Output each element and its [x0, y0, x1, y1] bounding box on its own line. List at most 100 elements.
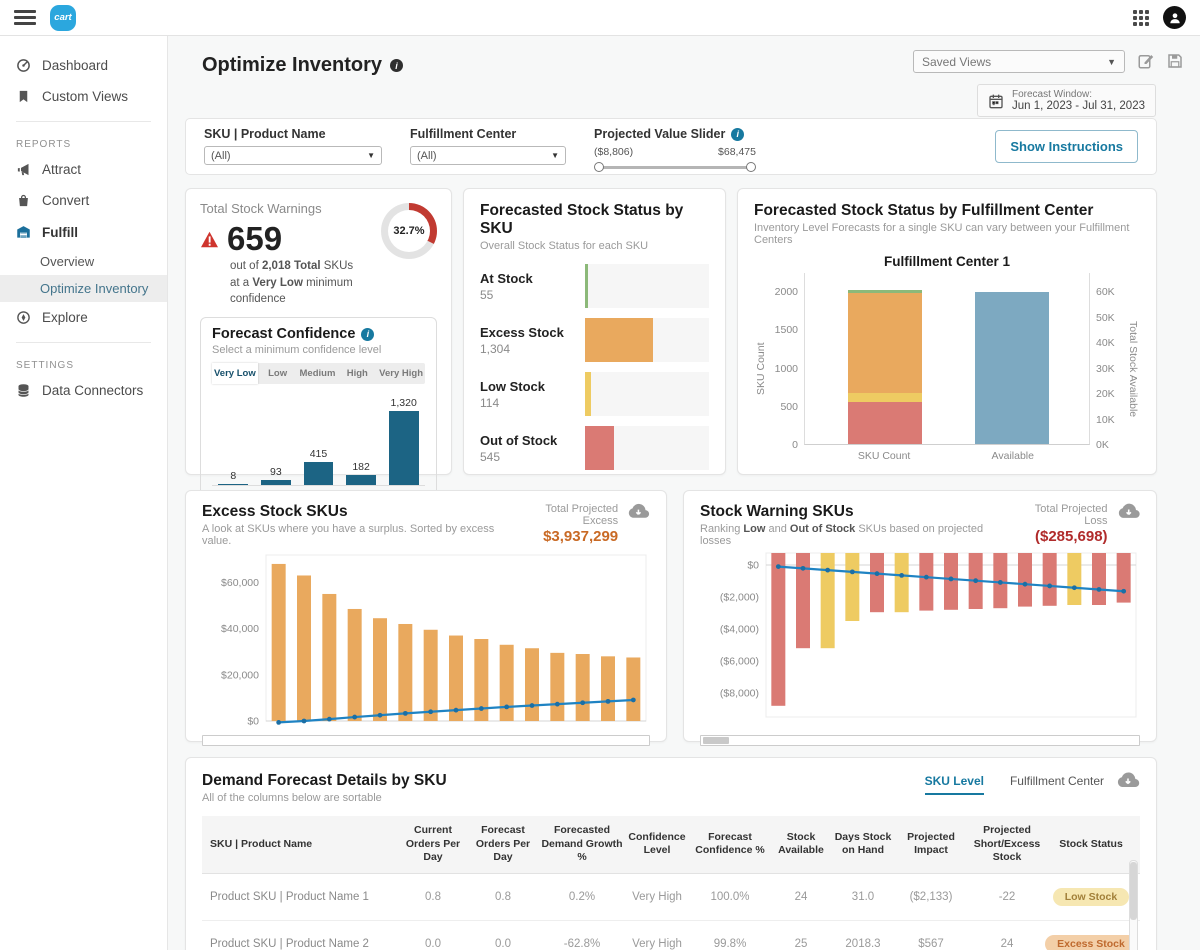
sidebar-item-overview[interactable]: Overview	[0, 248, 167, 275]
trend-point[interactable]	[402, 710, 408, 716]
sku-filter-select[interactable]: (All) ▼	[204, 146, 382, 165]
warning-chart-hscrollbar[interactable]	[700, 735, 1140, 746]
download-cloud-icon[interactable]	[1117, 503, 1140, 521]
trend-point[interactable]	[580, 700, 586, 706]
trend-point[interactable]	[453, 707, 459, 713]
trend-point[interactable]	[630, 697, 636, 703]
excess-chart-hscrollbar[interactable]	[202, 735, 650, 746]
trend-point[interactable]	[973, 578, 979, 584]
trend-point[interactable]	[825, 567, 831, 573]
trend-point[interactable]	[775, 564, 781, 569]
status-bar[interactable]	[585, 426, 614, 470]
status-bar[interactable]	[585, 372, 591, 416]
show-instructions-button[interactable]: Show Instructions	[995, 130, 1138, 163]
slider-handle-min[interactable]	[594, 162, 604, 172]
trend-point[interactable]	[605, 698, 611, 704]
bar-available[interactable]	[975, 292, 1050, 444]
chart-bar[interactable]	[870, 553, 884, 613]
chart-bar[interactable]	[499, 644, 514, 721]
column-header[interactable]: Confidence Level	[626, 816, 688, 873]
chart-bar[interactable]	[1042, 553, 1057, 606]
table-tab-fulfillment-center[interactable]: Fulfillment Center	[1010, 774, 1104, 795]
sidebar-item-data-connectors[interactable]: Data Connectors	[0, 375, 167, 406]
trend-point[interactable]	[1047, 583, 1053, 589]
trend-point[interactable]	[326, 716, 332, 722]
trend-point[interactable]	[352, 714, 358, 720]
sidebar-item-convert[interactable]: Convert	[0, 185, 167, 216]
save-view-icon[interactable]	[1166, 52, 1184, 70]
table-tab-sku-level[interactable]: SKU Level	[924, 774, 984, 795]
saved-views-select[interactable]: Saved Views ▼	[913, 50, 1125, 73]
stacked-bar-sku-count[interactable]	[847, 289, 922, 444]
column-header[interactable]: Forecast Orders Per Day	[468, 816, 538, 873]
trend-point[interactable]	[428, 709, 434, 715]
status-bar[interactable]	[585, 318, 654, 362]
trend-point[interactable]	[276, 719, 282, 725]
confidence-tab-high[interactable]: High	[337, 363, 377, 384]
trend-point[interactable]	[874, 571, 880, 577]
table-row[interactable]: Product SKU | Product Name 1 0.8 0.8 0.2% Ve…	[202, 874, 1140, 921]
chart-bar[interactable]	[398, 623, 413, 721]
chart-bar[interactable]	[373, 618, 387, 721]
confidence-tab-medium[interactable]: Medium	[298, 363, 338, 384]
chart-bar[interactable]	[525, 648, 539, 721]
chart-bar[interactable]	[271, 563, 286, 721]
download-cloud-icon[interactable]	[1116, 772, 1140, 790]
fc-filter-select[interactable]: (All) ▼	[410, 146, 566, 165]
column-header[interactable]: Projected Short/Excess Stock	[966, 816, 1048, 873]
projected-value-slider[interactable]	[594, 162, 756, 172]
page-info-icon[interactable]: i	[390, 59, 404, 72]
chart-bar[interactable]	[845, 553, 860, 621]
chart-bar[interactable]	[771, 553, 786, 706]
user-avatar[interactable]	[1163, 6, 1186, 29]
chart-bar[interactable]	[820, 553, 835, 649]
confidence-bar[interactable]	[303, 462, 334, 486]
table-row[interactable]: Product SKU | Product Name 2 0.0 0.0 -62.8%…	[202, 921, 1140, 950]
chart-bar[interactable]	[601, 656, 615, 721]
apps-grid-icon[interactable]	[1133, 9, 1149, 26]
chart-bar[interactable]	[1018, 553, 1032, 607]
trend-point[interactable]	[1121, 588, 1127, 594]
sidebar-item-explore[interactable]: Explore	[0, 302, 167, 333]
column-header[interactable]: SKU | Product Name	[202, 816, 398, 873]
trend-point[interactable]	[554, 701, 560, 707]
menu-icon[interactable]	[14, 7, 36, 29]
column-header[interactable]: Days Stock on Hand	[830, 816, 896, 873]
chart-bar[interactable]	[626, 657, 641, 721]
sidebar-item-optimize-inventory[interactable]: Optimize Inventory	[0, 275, 167, 302]
confidence-bar[interactable]	[346, 475, 376, 486]
column-header[interactable]: Forecasted Demand Growth %	[538, 816, 626, 873]
trend-point[interactable]	[377, 712, 383, 718]
trend-point[interactable]	[899, 573, 905, 578]
status-bar[interactable]	[585, 264, 588, 308]
confidence-bar[interactable]	[260, 480, 291, 486]
chart-bar[interactable]	[1116, 553, 1131, 603]
trend-point[interactable]	[849, 569, 855, 575]
chart-bar[interactable]	[1067, 553, 1082, 605]
column-header[interactable]: Current Orders Per Day	[398, 816, 468, 873]
confidence-info-icon[interactable]: i	[361, 327, 375, 341]
trend-point[interactable]	[997, 580, 1003, 585]
confidence-tab-very-low[interactable]: Very Low	[212, 363, 258, 385]
download-cloud-icon[interactable]	[627, 503, 650, 521]
confidence-tab-low[interactable]: Low	[258, 363, 298, 384]
sidebar-item-dashboard[interactable]: Dashboard	[0, 50, 167, 81]
chart-bar[interactable]	[423, 629, 438, 721]
chart-bar[interactable]	[322, 593, 337, 721]
trend-point[interactable]	[800, 565, 806, 571]
chart-bar[interactable]	[347, 608, 362, 721]
chart-bar[interactable]	[550, 652, 565, 721]
trend-point[interactable]	[504, 704, 510, 710]
sidebar-item-attract[interactable]: Attract	[0, 154, 167, 185]
chart-bar[interactable]	[894, 553, 909, 613]
table-vscrollbar[interactable]	[1129, 860, 1138, 950]
chart-bar[interactable]	[919, 553, 934, 611]
column-header[interactable]: Projected Impact	[896, 816, 966, 873]
trend-point[interactable]	[529, 703, 535, 708]
trend-point[interactable]	[478, 706, 484, 711]
trend-point[interactable]	[948, 576, 954, 582]
column-header[interactable]: Stock Available	[772, 816, 830, 873]
cart-logo[interactable]: cart	[50, 4, 76, 31]
trend-point[interactable]	[923, 574, 929, 580]
trend-point[interactable]	[1096, 587, 1102, 592]
